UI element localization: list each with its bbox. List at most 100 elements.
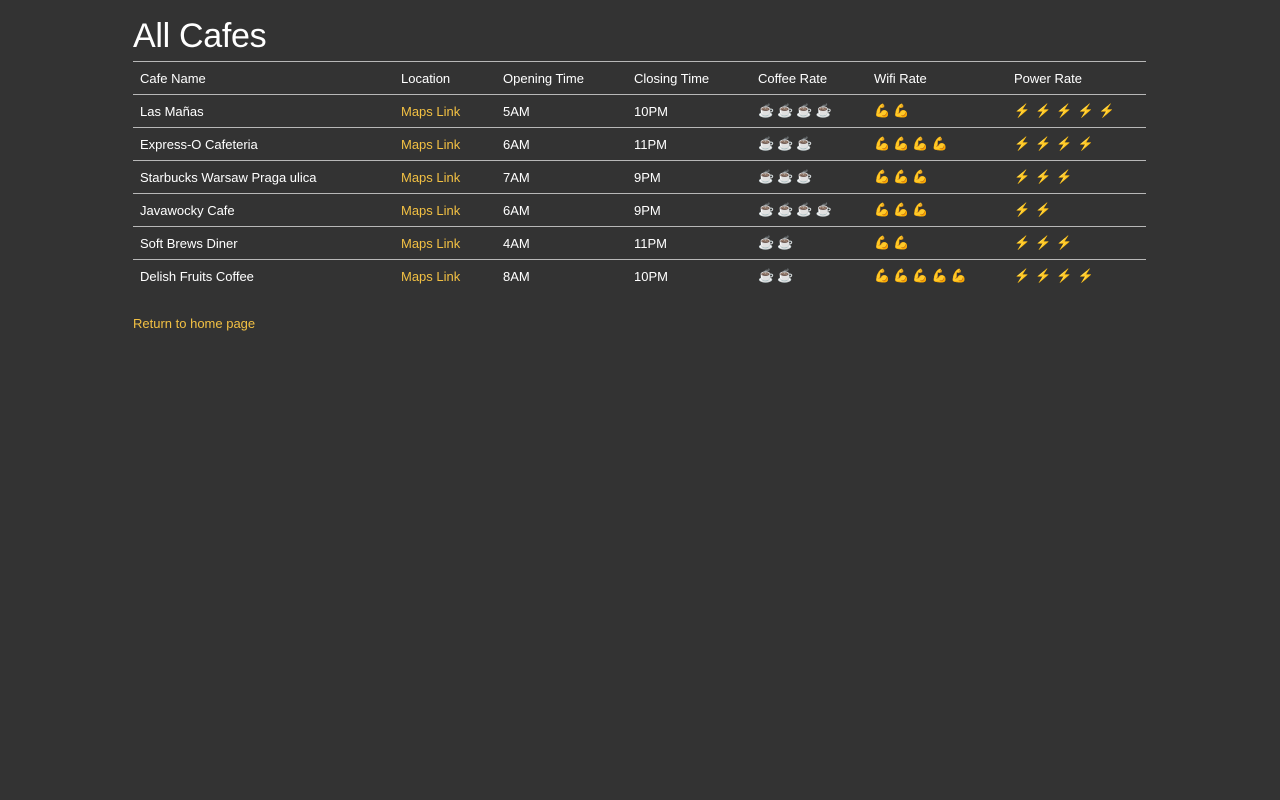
- closing-time: 9PM: [634, 169, 661, 185]
- lightning-bolt-icon: ⚡: [1035, 202, 1053, 217]
- lightning-bolt-icon: ⚡: [1035, 268, 1053, 283]
- flexed-biceps-icon: 💪: [893, 235, 911, 250]
- table-row: Javawocky Cafe Maps Link 6AM 9PM ☕ ☕ ☕ ☕ 💪 💪…: [133, 194, 1146, 227]
- wifi-rating: 💪 💪 💪: [867, 194, 1007, 227]
- page-title: All Cafes: [133, 17, 267, 55]
- coffee-cup-icon: ☕: [815, 202, 833, 217]
- lightning-bolt-icon: ⚡: [1056, 235, 1074, 250]
- lightning-bolt-icon: ⚡: [1014, 235, 1032, 250]
- flexed-biceps-icon: 💪: [912, 136, 930, 151]
- lightning-bolt-icon: ⚡: [1098, 103, 1116, 118]
- power-rating: ⚡ ⚡ ⚡: [1007, 227, 1146, 260]
- lightning-bolt-icon: ⚡: [1056, 103, 1074, 118]
- closing-time: 9PM: [634, 202, 661, 218]
- flexed-biceps-icon: 💪: [931, 268, 949, 283]
- flexed-biceps-icon: 💪: [893, 169, 911, 184]
- coffee-cup-icon: ☕: [777, 169, 795, 184]
- coffee-cup-icon: ☕: [758, 202, 776, 217]
- lightning-bolt-icon: ⚡: [1014, 202, 1032, 217]
- lightning-bolt-icon: ⚡: [1056, 136, 1074, 151]
- flexed-biceps-icon: 💪: [931, 136, 949, 151]
- maps-link[interactable]: Maps Link: [401, 104, 460, 119]
- coffee-cup-icon: ☕: [815, 103, 833, 118]
- table-row: Soft Brews Diner Maps Link 4AM 11PM ☕ ☕ 💪…: [133, 227, 1146, 260]
- wifi-rating: 💪 💪 💪 💪 💪: [867, 260, 1007, 293]
- flexed-biceps-icon: 💪: [874, 169, 892, 184]
- coffee-cup-icon: ☕: [758, 103, 776, 118]
- power-rating: ⚡ ⚡ ⚡ ⚡: [1007, 128, 1146, 161]
- coffee-rating: ☕ ☕: [751, 260, 867, 293]
- lightning-bolt-icon: ⚡: [1077, 136, 1095, 151]
- table-row: Express-O Cafeteria Maps Link 6AM 11PM ☕…: [133, 128, 1146, 161]
- flexed-biceps-icon: 💪: [893, 136, 911, 151]
- power-rating: ⚡ ⚡ ⚡ ⚡: [1007, 260, 1146, 293]
- flexed-biceps-icon: 💪: [874, 235, 892, 250]
- lightning-bolt-icon: ⚡: [1014, 136, 1032, 151]
- coffee-cup-icon: ☕: [758, 169, 776, 184]
- closing-time: 10PM: [634, 103, 668, 119]
- opening-time: 5AM: [503, 103, 530, 119]
- coffee-rating: ☕ ☕ ☕ ☕: [751, 95, 867, 128]
- coffee-cup-icon: ☕: [758, 136, 776, 151]
- opening-time: 6AM: [503, 202, 530, 218]
- header-power-rate: Power Rate: [1014, 70, 1082, 86]
- table-header-row: Cafe Name Location Opening Time Closing …: [133, 62, 1146, 95]
- cafe-name: Javawocky Cafe: [140, 202, 235, 218]
- lightning-bolt-icon: ⚡: [1014, 169, 1032, 184]
- opening-time: 4AM: [503, 235, 530, 251]
- power-rating: ⚡ ⚡: [1007, 194, 1146, 227]
- coffee-cup-icon: ☕: [777, 235, 795, 250]
- header-location: Location: [401, 70, 451, 86]
- flexed-biceps-icon: 💪: [950, 268, 968, 283]
- header-coffee-rate: Coffee Rate: [758, 70, 828, 86]
- coffee-rating: ☕ ☕ ☕: [751, 161, 867, 194]
- coffee-cup-icon: ☕: [777, 103, 795, 118]
- power-rating: ⚡ ⚡ ⚡ ⚡ ⚡: [1007, 95, 1146, 128]
- lightning-bolt-icon: ⚡: [1035, 169, 1053, 184]
- lightning-bolt-icon: ⚡: [1077, 268, 1095, 283]
- closing-time: 10PM: [634, 268, 668, 284]
- lightning-bolt-icon: ⚡: [1014, 268, 1032, 283]
- maps-link[interactable]: Maps Link: [401, 269, 460, 284]
- flexed-biceps-icon: 💪: [874, 136, 892, 151]
- flexed-biceps-icon: 💪: [874, 202, 892, 217]
- opening-time: 8AM: [503, 268, 530, 284]
- coffee-cup-icon: ☕: [796, 202, 814, 217]
- coffee-cup-icon: ☕: [777, 136, 795, 151]
- closing-time: 11PM: [634, 136, 667, 152]
- cafe-name: Soft Brews Diner: [140, 235, 238, 251]
- wifi-rating: 💪 💪 💪 💪: [867, 128, 1007, 161]
- flexed-biceps-icon: 💪: [893, 268, 911, 283]
- coffee-rating: ☕ ☕ ☕ ☕: [751, 194, 867, 227]
- flexed-biceps-icon: 💪: [912, 202, 930, 217]
- cafe-name: Starbucks Warsaw Praga ulica: [140, 169, 317, 185]
- coffee-cup-icon: ☕: [796, 169, 814, 184]
- table-row: Starbucks Warsaw Praga ulica Maps Link 7…: [133, 161, 1146, 194]
- lightning-bolt-icon: ⚡: [1014, 103, 1032, 118]
- wifi-rating: 💪 💪 💪: [867, 161, 1007, 194]
- flexed-biceps-icon: 💪: [912, 268, 930, 283]
- opening-time: 7AM: [503, 169, 530, 185]
- coffee-cup-icon: ☕: [796, 103, 814, 118]
- header-wifi-rate: Wifi Rate: [874, 70, 927, 86]
- cafes-table: Cafe Name Location Opening Time Closing …: [133, 61, 1146, 292]
- opening-time: 6AM: [503, 136, 530, 152]
- lightning-bolt-icon: ⚡: [1056, 268, 1074, 283]
- coffee-cup-icon: ☕: [796, 136, 814, 151]
- coffee-rating: ☕ ☕: [751, 227, 867, 260]
- maps-link[interactable]: Maps Link: [401, 137, 460, 152]
- maps-link[interactable]: Maps Link: [401, 170, 460, 185]
- flexed-biceps-icon: 💪: [874, 268, 892, 283]
- power-rating: ⚡ ⚡ ⚡: [1007, 161, 1146, 194]
- lightning-bolt-icon: ⚡: [1056, 169, 1074, 184]
- flexed-biceps-icon: 💪: [893, 202, 911, 217]
- closing-time: 11PM: [634, 235, 667, 251]
- table-body: Las Mañas Maps Link 5AM 10PM ☕ ☕ ☕ ☕ 💪 💪 ⚡ ⚡ ⚡…: [133, 95, 1146, 293]
- flexed-biceps-icon: 💪: [874, 103, 892, 118]
- maps-link[interactable]: Maps Link: [401, 203, 460, 218]
- coffee-cup-icon: ☕: [777, 268, 795, 283]
- maps-link[interactable]: Maps Link: [401, 236, 460, 251]
- return-home-link[interactable]: Return to home page: [133, 316, 255, 331]
- table-row: Las Mañas Maps Link 5AM 10PM ☕ ☕ ☕ ☕ 💪 💪 ⚡ ⚡ ⚡…: [133, 95, 1146, 128]
- header-opening-time: Opening Time: [503, 70, 584, 86]
